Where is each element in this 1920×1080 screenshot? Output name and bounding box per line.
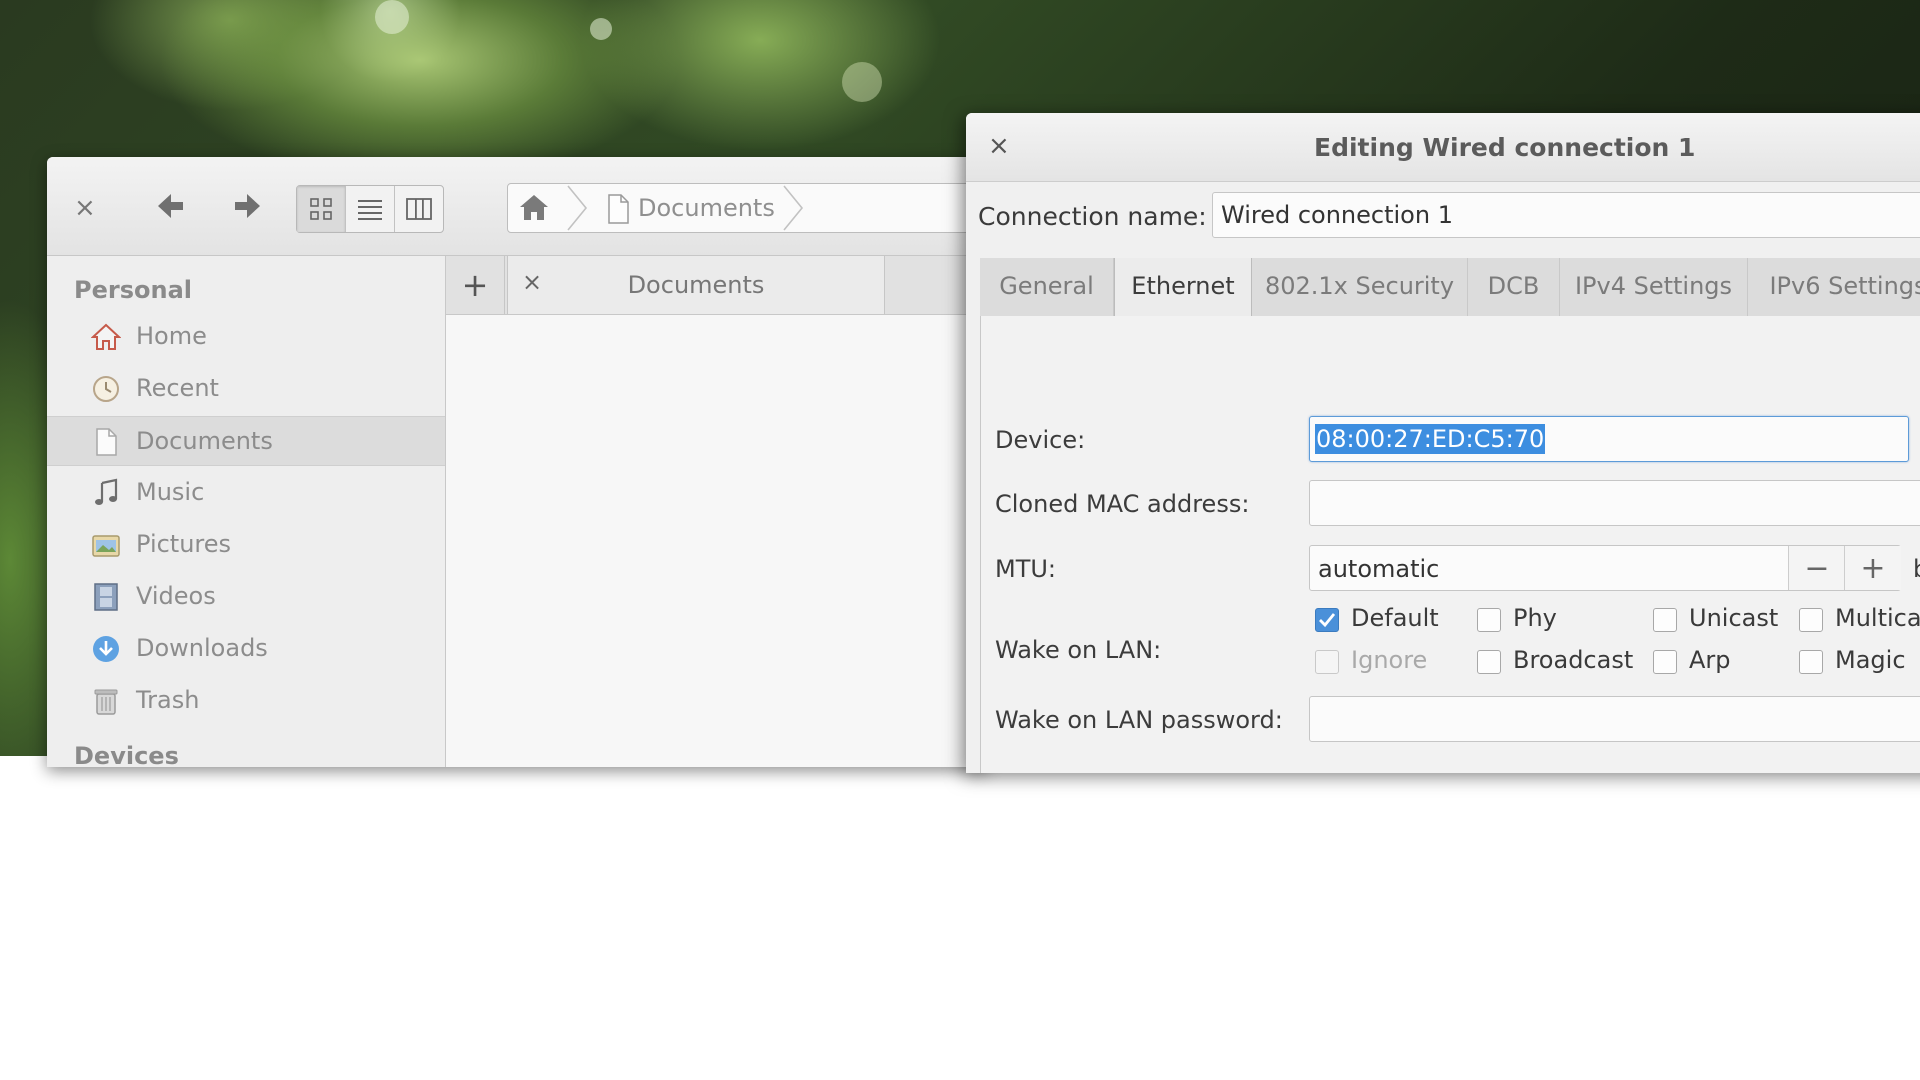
- wol-unicast-label[interactable]: Unicast: [1689, 604, 1778, 632]
- wol-broadcast-label[interactable]: Broadcast: [1513, 646, 1633, 674]
- clock-icon: [93, 376, 119, 402]
- tab-dcb[interactable]: DCB: [1468, 258, 1560, 316]
- arrow-left-icon: [158, 194, 183, 218]
- list-view-button[interactable]: [346, 186, 395, 232]
- breadcrumb-home-button[interactable]: [518, 192, 550, 226]
- device-value-selected: 08:00:27:ED:C5:70: [1315, 424, 1546, 454]
- sidebar-item-recent[interactable]: Recent: [47, 364, 445, 412]
- file-manager-headerbar: × Documents: [47, 157, 987, 256]
- tab-8021x-security[interactable]: 802.1x Security: [1252, 258, 1468, 316]
- columns-icon: [406, 198, 432, 220]
- tab-ethernet[interactable]: Ethernet: [1114, 258, 1252, 318]
- sidebar-item-label: Pictures: [136, 530, 232, 558]
- sidebar-item-label: Videos: [136, 582, 216, 610]
- device-input[interactable]: 08:00:27:ED:C5:70: [1309, 416, 1909, 462]
- dialog-title: Editing Wired connection 1: [1314, 133, 1696, 162]
- mtu-value: automatic: [1318, 555, 1440, 583]
- sidebar-item-downloads[interactable]: Downloads: [47, 624, 445, 672]
- cloned-mac-label: Cloned MAC address:: [995, 490, 1250, 518]
- sidebar-item-trash[interactable]: Trash: [47, 676, 445, 724]
- sidebar-item-documents[interactable]: Documents: [47, 416, 445, 466]
- device-label: Device:: [995, 426, 1086, 454]
- icon-view-button[interactable]: [297, 186, 346, 232]
- home-icon: [520, 195, 548, 220]
- wake-on-lan-password-input[interactable]: [1309, 696, 1920, 742]
- sidebar-item-pictures[interactable]: Pictures: [47, 520, 445, 568]
- sidebar-item-label: Downloads: [136, 634, 268, 662]
- connection-editor-dialog: × Editing Wired connection 1 Connection …: [966, 113, 1920, 773]
- breadcrumb-documents[interactable]: Documents: [638, 194, 775, 222]
- dialog-tabs: General Ethernet 802.1x Security DCB IPv…: [980, 258, 1920, 318]
- wol-arp-label[interactable]: Arp: [1689, 646, 1731, 674]
- column-view-button[interactable]: [395, 186, 443, 232]
- tab-label: Documents: [627, 271, 765, 299]
- pictures-icon: [92, 535, 120, 557]
- sidebar-heading-personal: Personal: [74, 276, 192, 304]
- document-icon: [96, 428, 117, 456]
- sidebar-item-label: Home: [136, 322, 207, 350]
- wol-multicast-checkbox[interactable]: [1799, 608, 1823, 632]
- close-dialog-button[interactable]: ×: [988, 131, 1010, 161]
- file-view-area[interactable]: [446, 315, 987, 767]
- sidebar-item-label: Recent: [136, 374, 219, 402]
- wol-ignore-checkbox: [1315, 650, 1339, 674]
- grid-icon: [310, 198, 332, 220]
- wake-on-lan-password-label: Wake on LAN password:: [995, 706, 1283, 734]
- music-note-icon: [95, 478, 118, 505]
- tab-ipv4-settings[interactable]: IPv4 Settings: [1560, 258, 1748, 316]
- connection-name-label: Connection name:: [978, 202, 1207, 231]
- wol-ignore-label: Ignore: [1351, 646, 1428, 674]
- mtu-spinbutton[interactable]: automatic − +: [1309, 545, 1901, 591]
- sidebar-item-home[interactable]: Home: [47, 312, 445, 360]
- tab-documents[interactable]: × Documents: [507, 256, 885, 314]
- file-manager-sidebar: Personal Home Recent Documents Music Pic…: [47, 256, 446, 767]
- wol-multicast-label[interactable]: Multica: [1835, 604, 1920, 632]
- download-icon: [93, 636, 119, 662]
- file-manager-tabbar: + × Documents: [446, 256, 987, 315]
- wol-phy-label[interactable]: Phy: [1513, 604, 1557, 632]
- home-icon: [91, 323, 121, 350]
- close-window-button[interactable]: ×: [74, 195, 96, 221]
- sidebar-item-music[interactable]: Music: [47, 468, 445, 516]
- sidebar-heading-devices: Devices: [74, 742, 179, 767]
- arrow-right-icon: [235, 194, 260, 218]
- cloned-mac-input[interactable]: [1309, 480, 1920, 526]
- breadcrumb: Documents: [507, 183, 987, 233]
- breadcrumb-separator-icon: [783, 185, 804, 231]
- forward-button[interactable]: [231, 189, 265, 229]
- back-button[interactable]: [153, 189, 187, 229]
- wol-magic-label[interactable]: Magic: [1835, 646, 1906, 674]
- connection-name-input[interactable]: [1212, 192, 1920, 238]
- wake-on-lan-label: Wake on LAN:: [995, 636, 1162, 664]
- document-icon: [606, 194, 630, 228]
- dialog-titlebar: × Editing Wired connection 1: [966, 113, 1920, 182]
- mtu-increase-button[interactable]: +: [1844, 546, 1901, 590]
- mtu-label: MTU:: [995, 555, 1057, 583]
- mtu-decrease-button[interactable]: −: [1788, 546, 1845, 590]
- checkmark-icon: [1319, 613, 1336, 628]
- sidebar-item-label: Trash: [136, 686, 200, 714]
- wol-default-label[interactable]: Default: [1351, 604, 1439, 632]
- new-tab-button[interactable]: +: [446, 256, 505, 314]
- wol-arp-checkbox[interactable]: [1653, 650, 1677, 674]
- wol-magic-checkbox[interactable]: [1799, 650, 1823, 674]
- sidebar-item-label: Music: [136, 478, 205, 506]
- sidebar-item-label: Documents: [136, 427, 273, 455]
- wol-phy-checkbox[interactable]: [1477, 608, 1501, 632]
- tab-ipv6-settings[interactable]: IPv6 Settings: [1748, 258, 1920, 316]
- breadcrumb-separator-icon: [567, 185, 588, 231]
- wol-unicast-checkbox[interactable]: [1653, 608, 1677, 632]
- film-icon: [94, 583, 118, 611]
- mtu-unit-label: b: [1913, 555, 1920, 583]
- wol-default-checkbox[interactable]: [1315, 608, 1339, 632]
- sidebar-item-videos[interactable]: Videos: [47, 572, 445, 620]
- view-mode-switcher: [296, 185, 444, 233]
- wol-broadcast-checkbox[interactable]: [1477, 650, 1501, 674]
- file-manager-window: × Documents Personal Home Recent Documen…: [47, 157, 987, 767]
- ethernet-settings-panel: Device: 08:00:27:ED:C5:70 Cloned MAC add…: [980, 316, 1920, 773]
- trash-icon: [94, 689, 118, 715]
- list-icon: [358, 200, 382, 220]
- tab-general[interactable]: General: [980, 258, 1114, 316]
